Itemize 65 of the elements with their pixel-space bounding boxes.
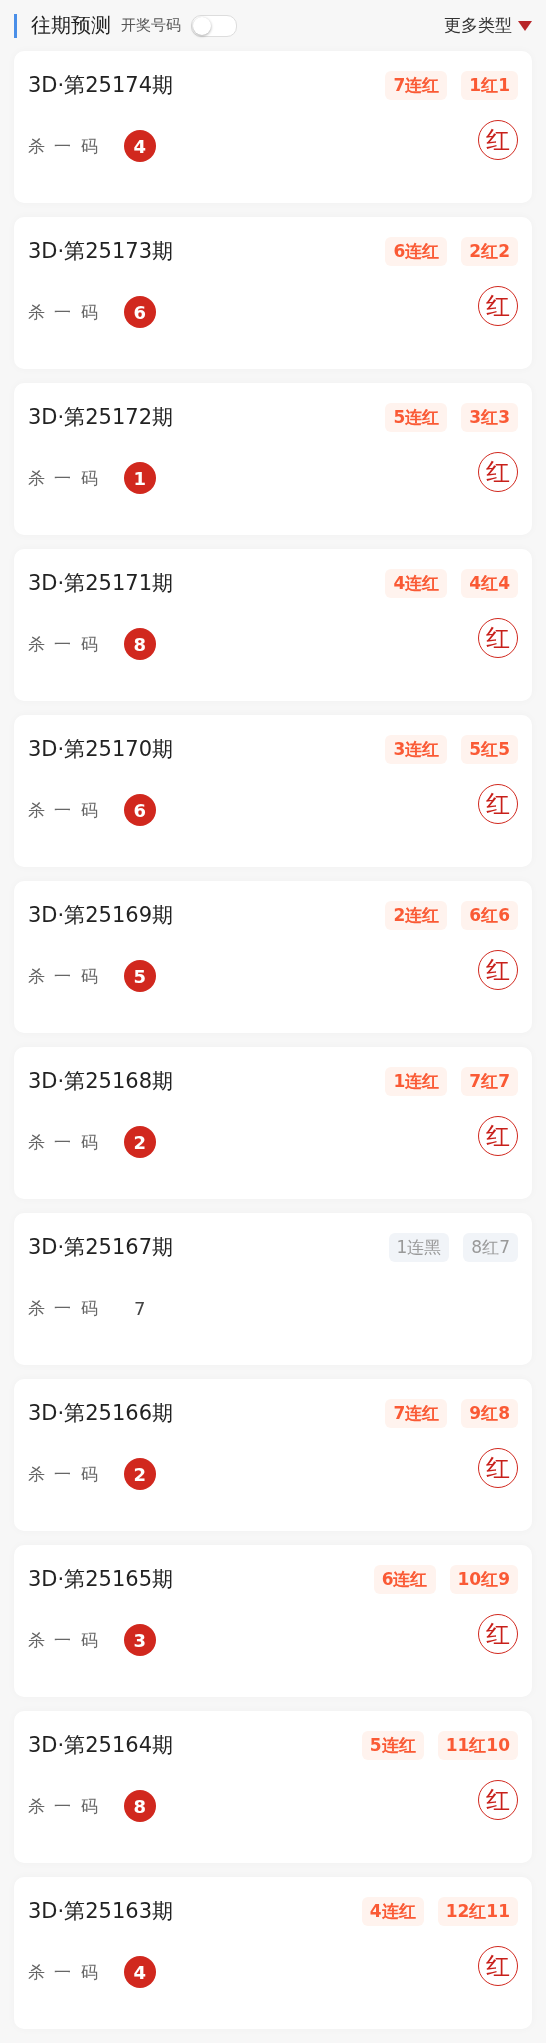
record-tag: 9红8	[461, 1398, 518, 1428]
streak-tag: 5连红	[385, 402, 448, 432]
period-title: 3D·第25164期	[28, 1732, 173, 1759]
period-title: 3D·第25171期	[28, 570, 173, 597]
number-ball: 7	[133, 1296, 147, 1321]
record-tag: 10红9	[449, 1564, 518, 1594]
streak-tag: 5连红	[361, 1730, 424, 1760]
streak-tag: 1连红	[385, 1066, 448, 1096]
period-title: 3D·第25169期	[28, 902, 173, 929]
more-types-dropdown[interactable]: 更多类型	[444, 14, 512, 37]
period-title: 3D·第25165期	[28, 1566, 173, 1593]
streak-tag: 4连红	[385, 568, 448, 598]
number-ball: 1	[123, 462, 156, 494]
kill-one-label: 杀 一 码	[28, 798, 100, 822]
period-title: 3D·第25168期	[28, 1068, 173, 1095]
period-title: 3D·第25173期	[28, 238, 173, 265]
kill-one-label: 杀 一 码	[28, 1296, 100, 1320]
record-tag: 5红5	[461, 734, 518, 764]
number-ball: 6	[123, 794, 156, 826]
record-tag: 2红2	[461, 236, 518, 266]
streak-tag: 7连红	[385, 70, 448, 100]
record-tag: 11红10	[437, 1730, 518, 1760]
kill-one-label: 杀 一 码	[28, 300, 100, 324]
number-ball: 8	[123, 628, 156, 660]
streak-tag: 3连红	[385, 734, 448, 764]
kill-one-label: 杀 一 码	[28, 466, 100, 490]
kill-one-label: 杀 一 码	[28, 1462, 100, 1486]
record-tag: 7红7	[461, 1066, 518, 1096]
streak-tag: 1连黑	[388, 1232, 450, 1262]
period-title: 3D·第25167期	[28, 1234, 173, 1261]
streak-tag: 6连红	[385, 236, 448, 266]
period-title: 3D·第25174期	[28, 72, 173, 99]
record-tag: 8红7	[463, 1232, 518, 1262]
kill-one-label: 杀 一 码	[28, 964, 100, 988]
number-ball: 3	[123, 1624, 156, 1656]
period-title: 3D·第25166期	[28, 1400, 173, 1427]
number-ball: 4	[123, 1956, 156, 1988]
streak-tag: 2连红	[385, 900, 448, 930]
caret-icon	[518, 20, 532, 31]
streak-tag: 4连红	[361, 1896, 424, 1926]
kill-one-label: 杀 一 码	[28, 1960, 100, 1984]
section-title: 往期预测	[31, 12, 111, 39]
kill-one-label: 杀 一 码	[28, 1130, 100, 1154]
number-ball: 6	[123, 296, 156, 328]
period-title: 3D·第25163期	[28, 1898, 173, 1925]
kill-one-label: 杀 一 码	[28, 1628, 100, 1652]
record-tag: 6红6	[461, 900, 518, 930]
record-tag: 3红3	[461, 402, 518, 432]
number-ball: 5	[123, 960, 156, 992]
toggle-switch[interactable]	[191, 14, 237, 37]
record-tag: 4红4	[461, 568, 518, 598]
kill-one-label: 杀 一 码	[28, 1794, 100, 1818]
kill-one-label: 杀 一 码	[28, 134, 100, 158]
number-ball: 2	[123, 1458, 156, 1490]
number-ball: 8	[123, 1790, 156, 1822]
record-tag: 12红11	[437, 1896, 518, 1926]
record-tag: 1红1	[461, 70, 518, 100]
number-ball: 2	[123, 1126, 156, 1158]
streak-tag: 7连红	[385, 1398, 448, 1428]
streak-tag: 6连红	[373, 1564, 436, 1594]
toggle-label: 开奖号码	[121, 16, 181, 35]
period-title: 3D·第25172期	[28, 404, 173, 431]
kill-one-label: 杀 一 码	[28, 632, 100, 656]
period-title: 3D·第25170期	[28, 736, 173, 763]
number-ball: 4	[123, 130, 156, 162]
